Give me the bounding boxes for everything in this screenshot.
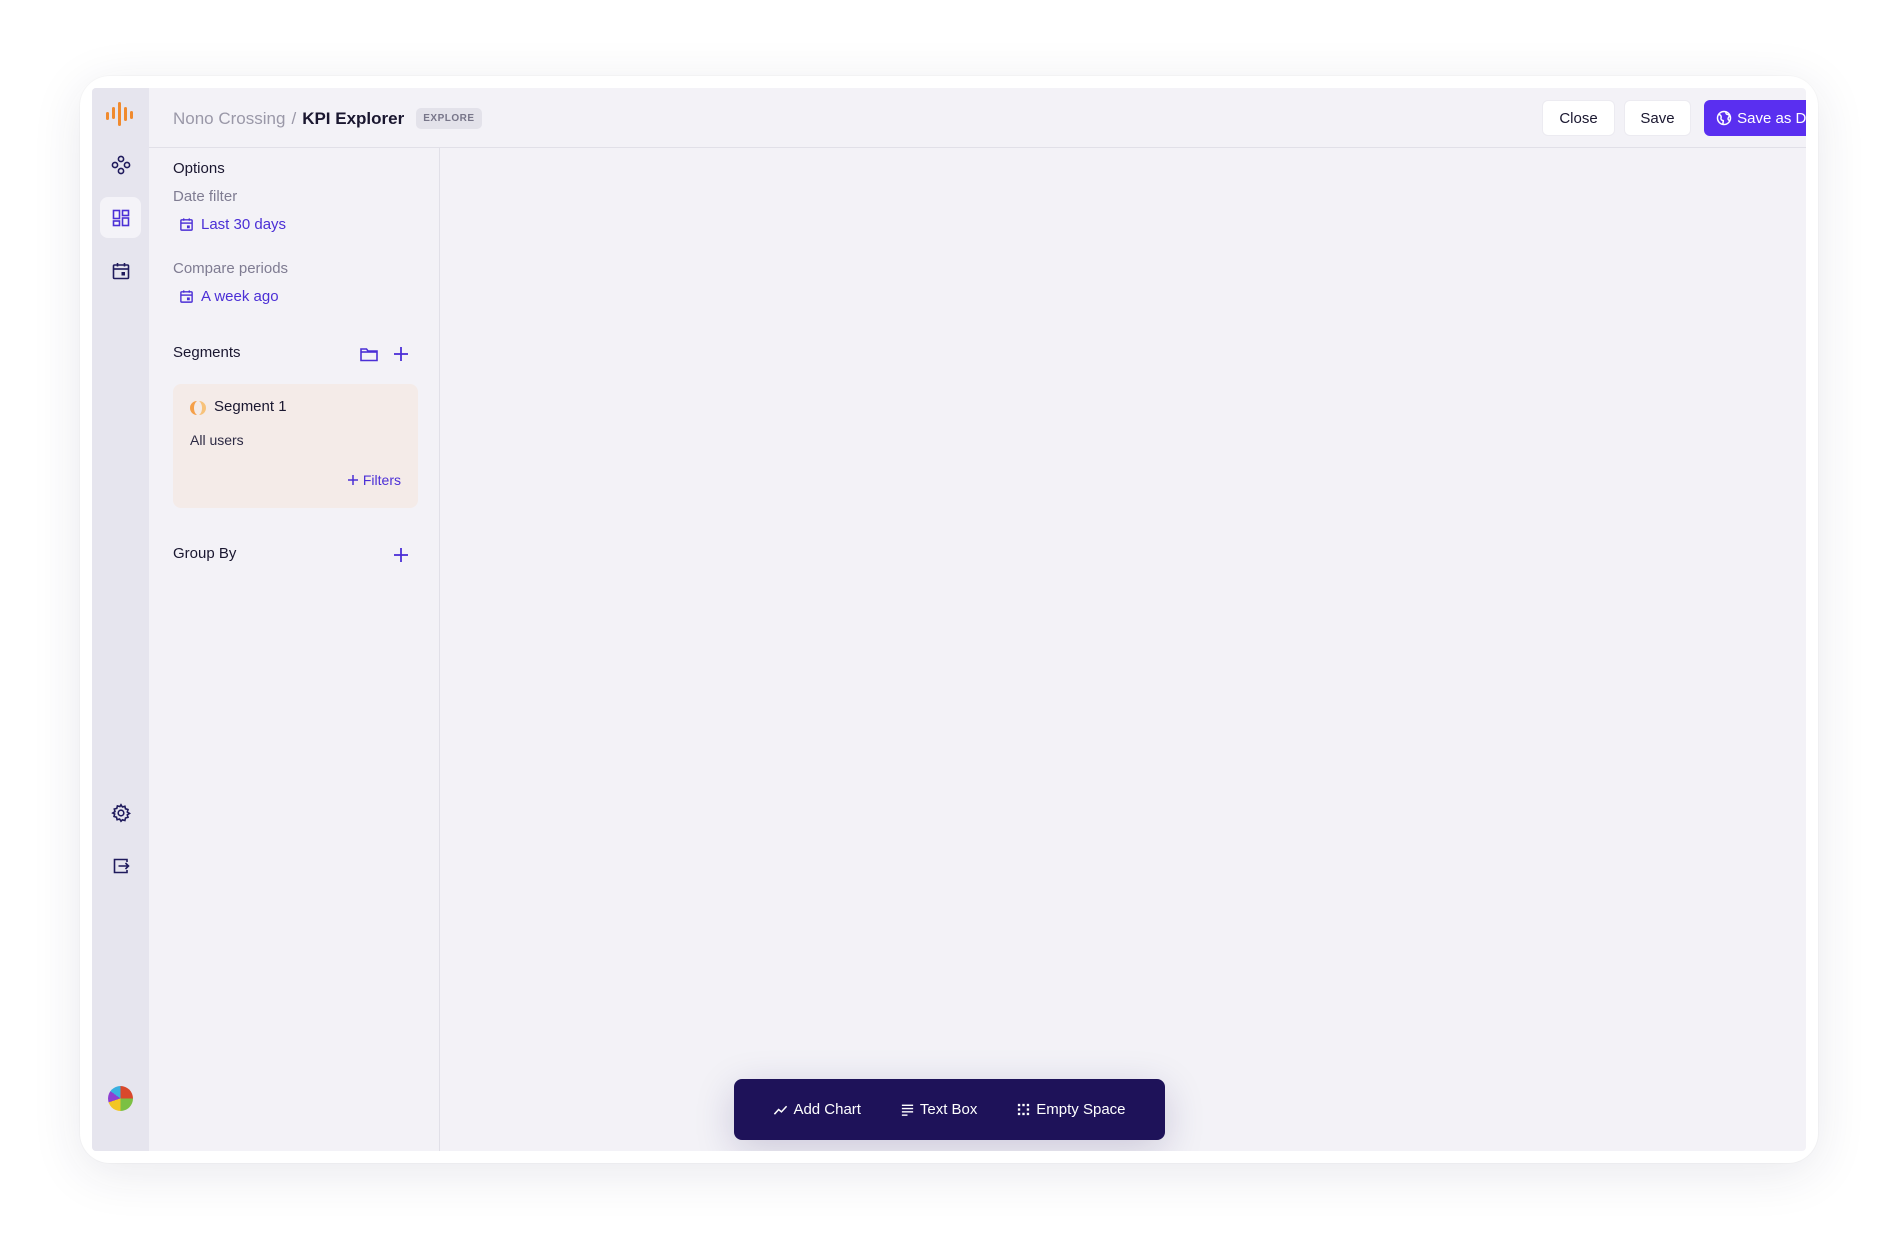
text-box-label: Text Box: [919, 1101, 978, 1118]
icon-rail: [92, 88, 149, 1151]
calendar-icon: [180, 290, 193, 303]
dashboard-icon: [112, 209, 129, 226]
add-filters-label: Filters: [362, 472, 401, 488]
plus-icon: [394, 548, 408, 562]
rail-settings-button[interactable]: [100, 792, 141, 833]
rail-dashboard-button[interactable]: [100, 197, 141, 238]
date-filter-label: Date filter: [173, 188, 238, 205]
add-filters-button[interactable]: Filters: [347, 472, 401, 488]
compare-periods-selector[interactable]: A week ago: [179, 288, 279, 305]
line-chart-icon: [774, 1105, 788, 1115]
add-chart-button[interactable]: Add Chart: [773, 1101, 861, 1118]
save-as-dashboard-label: Save as Dashboard: [1737, 109, 1806, 127]
date-filter-value: Last 30 days: [201, 216, 287, 233]
add-chart-label: Add Chart: [793, 1101, 861, 1118]
segment-description: All users: [190, 432, 244, 448]
text-lines-icon: [901, 1104, 913, 1116]
text-box-button[interactable]: Text Box: [900, 1101, 978, 1118]
breadcrumb-workspace[interactable]: Nono Crossing: [173, 109, 285, 129]
insert-toolbar: Add Chart Text Box Empty Space: [734, 1079, 1165, 1140]
segment-name: Segment 1: [214, 398, 287, 415]
calendar-icon: [180, 218, 193, 231]
segments-heading: Segments: [173, 344, 241, 361]
logout-icon: [113, 858, 130, 873]
segments-folder-button[interactable]: [357, 342, 381, 366]
nodes-icon: [111, 155, 130, 174]
dotted-grid-icon: [1018, 1103, 1030, 1116]
save-button[interactable]: Save: [1624, 100, 1691, 136]
save-as-dashboard-button[interactable]: Save as Dashboard: [1704, 100, 1806, 136]
folder-icon: [360, 348, 378, 362]
rail-logout-button[interactable]: [100, 845, 141, 886]
empty-space-label: Empty Space: [1036, 1101, 1126, 1118]
group-by-heading: Group By: [173, 545, 237, 562]
compare-periods-value: A week ago: [201, 288, 279, 305]
add-group-by-button[interactable]: [389, 543, 413, 567]
empty-space-button[interactable]: Empty Space: [1016, 1101, 1126, 1118]
top-header: Nono Crossing / KPI Explorer EXPLORE Clo…: [149, 88, 1806, 148]
explore-badge: EXPLORE: [416, 108, 482, 129]
add-segment-button[interactable]: [389, 342, 413, 366]
date-filter-selector[interactable]: Last 30 days: [179, 216, 286, 233]
close-button[interactable]: Close: [1542, 100, 1615, 136]
globe-icon: [1716, 110, 1732, 126]
logo-icon[interactable]: [105, 101, 135, 127]
compare-periods-label: Compare periods: [173, 260, 289, 277]
avatar[interactable]: [108, 1086, 133, 1111]
calendar-icon: [112, 262, 129, 279]
breadcrumb-separator: /: [291, 108, 297, 128]
segment-icon: [190, 401, 206, 415]
options-heading: Options: [173, 160, 225, 177]
plus-icon: [347, 475, 358, 485]
plus-icon: [394, 347, 408, 361]
page-title: KPI Explorer: [302, 108, 405, 128]
segment-card[interactable]: Segment 1 All users Filters: [173, 384, 418, 508]
options-panel: Options Date filter Last 30 days Compare…: [149, 148, 440, 1151]
rail-nodes-button[interactable]: [100, 144, 141, 185]
canvas-area[interactable]: [441, 149, 1806, 1151]
gear-icon: [110, 802, 131, 822]
breadcrumb: Nono Crossing / KPI Explorer EXPLORE: [173, 108, 482, 129]
app-window: Nono Crossing / KPI Explorer EXPLORE Clo…: [92, 88, 1806, 1151]
rail-calendar-button[interactable]: [100, 250, 141, 291]
